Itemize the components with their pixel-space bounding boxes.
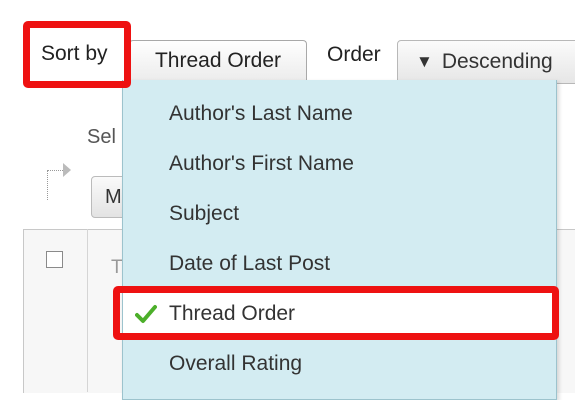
highlight-box-thread-order: [113, 286, 559, 340]
sort-by-selected-value: Thread Order: [154, 48, 282, 72]
menu-item-label: Overall Rating: [169, 352, 303, 375]
menu-item-subject[interactable]: Subject: [123, 191, 556, 237]
order-selected-value: Descending: [441, 50, 553, 73]
row-text-partial: T: [111, 257, 123, 278]
menu-item-overall-rating[interactable]: Overall Rating: [123, 341, 556, 387]
menu-item-label: Author's First Name: [169, 152, 354, 175]
connector-arrow-icon: [63, 163, 71, 177]
action-button-label: M: [105, 185, 122, 208]
sort-by-select[interactable]: Thread Order: [129, 40, 307, 80]
highlight-box-sort-by: [23, 21, 131, 88]
menu-item-authors-last-name[interactable]: Author's Last Name: [123, 91, 556, 137]
order-select[interactable]: ▼ Descending: [397, 40, 575, 84]
sort-by-dropdown-menu: Author's Last Name Author's First Name S…: [122, 80, 557, 400]
menu-item-label: Subject: [169, 202, 240, 225]
menu-item-label: Author's Last Name: [169, 102, 353, 125]
triangle-down-icon: ▼: [416, 52, 433, 71]
select-label-partial: Sel: [87, 126, 116, 148]
menu-item-date-of-last-post[interactable]: Date of Last Post: [123, 241, 556, 287]
order-label: Order: [327, 43, 381, 66]
menu-item-authors-first-name[interactable]: Author's First Name: [123, 141, 556, 187]
menu-item-label: Date of Last Post: [169, 252, 331, 275]
table-column-divider: [87, 229, 88, 392]
row-select-checkbox[interactable]: [46, 251, 63, 268]
tree-connector-vertical: [47, 170, 48, 200]
screenshot-frame: Sel M T Sort by Thread Order Order ▼ Des…: [0, 0, 575, 400]
